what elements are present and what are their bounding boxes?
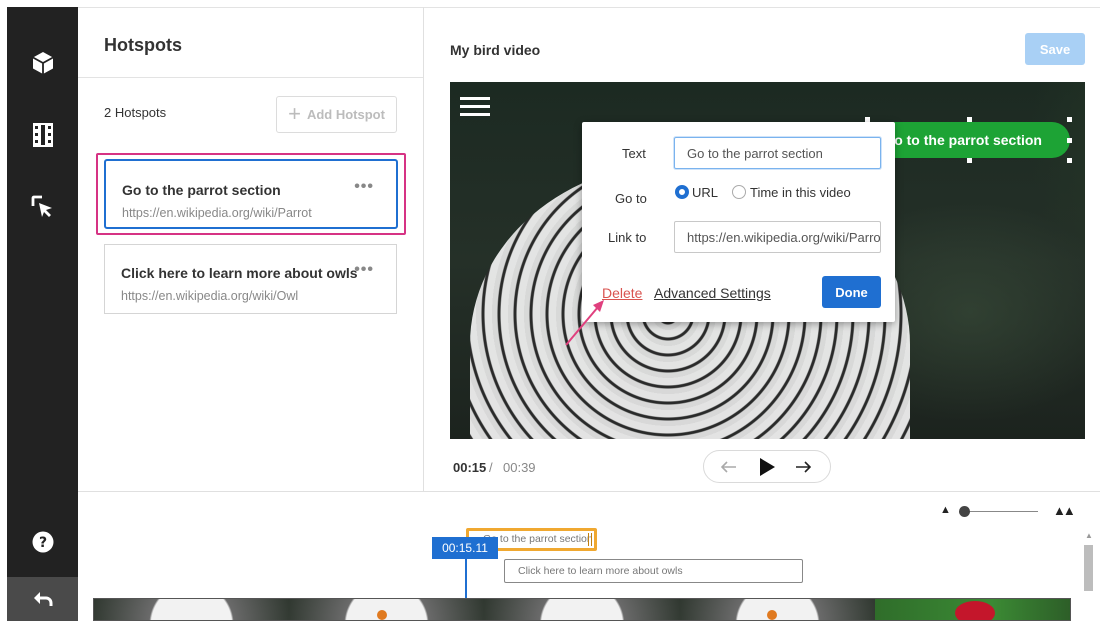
frame-thumbnail bbox=[679, 599, 875, 620]
link-label: Link to bbox=[608, 230, 647, 245]
hotspot-url: https://en.wikipedia.org/wiki/Owl bbox=[121, 289, 299, 303]
resize-handle[interactable] bbox=[1067, 158, 1072, 163]
back-button[interactable] bbox=[7, 577, 78, 621]
advanced-settings-link[interactable]: Advanced Settings bbox=[654, 285, 771, 301]
hotspots-panel: Hotspots 2 Hotspots + Add Hotspot Go to … bbox=[78, 7, 424, 491]
filmstrip[interactable] bbox=[93, 598, 1071, 621]
undo-arrow-icon bbox=[33, 592, 52, 606]
frame-thumbnail bbox=[874, 599, 1070, 620]
resize-handle[interactable] bbox=[967, 158, 972, 163]
drag-grip-icon[interactable] bbox=[588, 533, 592, 546]
timeline-hotspot-owls[interactable]: Click here to learn more about owls bbox=[504, 559, 803, 583]
time-radio[interactable] bbox=[732, 185, 746, 199]
zoom-slider-knob[interactable] bbox=[959, 506, 970, 517]
play-icon[interactable] bbox=[756, 457, 778, 477]
panel-divider bbox=[78, 77, 423, 78]
hotspot-overlay-button[interactable]: Go to the parrot section bbox=[870, 122, 1070, 158]
time-option-label[interactable]: Time in this video bbox=[750, 185, 851, 200]
hotspot-title: Click here to learn more about owls bbox=[121, 265, 358, 281]
text-input[interactable]: Go to the parrot section bbox=[674, 137, 881, 169]
resize-handle[interactable] bbox=[1067, 117, 1072, 122]
hamburger-menu-icon[interactable] bbox=[460, 97, 490, 117]
frame-thumbnail bbox=[289, 599, 485, 620]
done-button[interactable]: Done bbox=[822, 276, 881, 308]
track-label: Click here to learn more about owls bbox=[518, 565, 683, 577]
frame-thumbnail bbox=[484, 599, 680, 620]
panel-title: Hotspots bbox=[104, 35, 182, 55]
text-label: Text bbox=[622, 146, 646, 161]
timeline-divider bbox=[78, 491, 1100, 492]
video-title: My bird video bbox=[450, 42, 541, 58]
current-time: 00:15 bbox=[453, 460, 487, 475]
time-separator: / bbox=[489, 460, 493, 475]
hotspot-card-parrot[interactable]: Go to the parrot section https://en.wiki… bbox=[104, 159, 398, 229]
zoom-in-icon[interactable]: ▲▲ bbox=[1053, 503, 1076, 518]
duration: 00:39 bbox=[503, 460, 536, 475]
url-option-label[interactable]: URL bbox=[692, 185, 718, 200]
more-options-icon[interactable]: ••• bbox=[354, 261, 374, 279]
more-options-icon[interactable]: ••• bbox=[354, 178, 374, 196]
frame-thumbnail bbox=[94, 599, 290, 620]
svg-text:?: ? bbox=[38, 535, 46, 551]
goto-label: Go to bbox=[615, 191, 647, 206]
hotspot-editor: Text Go to the parrot section Go to URL … bbox=[582, 122, 895, 322]
zoom-slider-track[interactable] bbox=[960, 511, 1038, 512]
hotspot-url: https://en.wikipedia.org/wiki/Parrot bbox=[122, 206, 312, 220]
step-back-arrow-icon[interactable] bbox=[718, 457, 740, 477]
step-forward-arrow-icon[interactable] bbox=[792, 457, 814, 477]
cube-icon[interactable] bbox=[7, 41, 78, 85]
add-hotspot-button[interactable]: + Add Hotspot bbox=[276, 96, 397, 133]
help-icon[interactable]: ? bbox=[7, 520, 78, 564]
scroll-up-icon[interactable]: ▲ bbox=[1085, 531, 1093, 540]
track-label: Go to the parrot section bbox=[483, 533, 593, 545]
url-radio[interactable] bbox=[675, 185, 689, 199]
plus-icon: + bbox=[288, 100, 301, 126]
annotation-arrow-icon bbox=[565, 300, 604, 346]
hotspot-count: 2 Hotspots bbox=[104, 105, 167, 120]
resize-handle[interactable] bbox=[967, 117, 972, 122]
film-strip-icon[interactable] bbox=[7, 113, 78, 157]
add-hotspot-label: Add Hotspot bbox=[306, 107, 385, 122]
resize-handle[interactable] bbox=[1067, 138, 1072, 143]
timeline-scrollbar[interactable] bbox=[1084, 545, 1093, 591]
hotspot-card-owls[interactable]: Click here to learn more about owls http… bbox=[104, 244, 397, 314]
playback-controls bbox=[703, 450, 831, 483]
playhead-time[interactable]: 00:15.11 bbox=[432, 537, 498, 559]
hotspot-cursor-icon[interactable] bbox=[7, 185, 78, 229]
link-input[interactable]: https://en.wikipedia.org/wiki/Parrot bbox=[674, 221, 881, 253]
save-button[interactable]: Save bbox=[1025, 33, 1085, 65]
zoom-out-icon[interactable]: ▲ bbox=[940, 504, 951, 516]
app-rail: ? bbox=[7, 7, 78, 621]
hotspot-title: Go to the parrot section bbox=[122, 182, 281, 198]
